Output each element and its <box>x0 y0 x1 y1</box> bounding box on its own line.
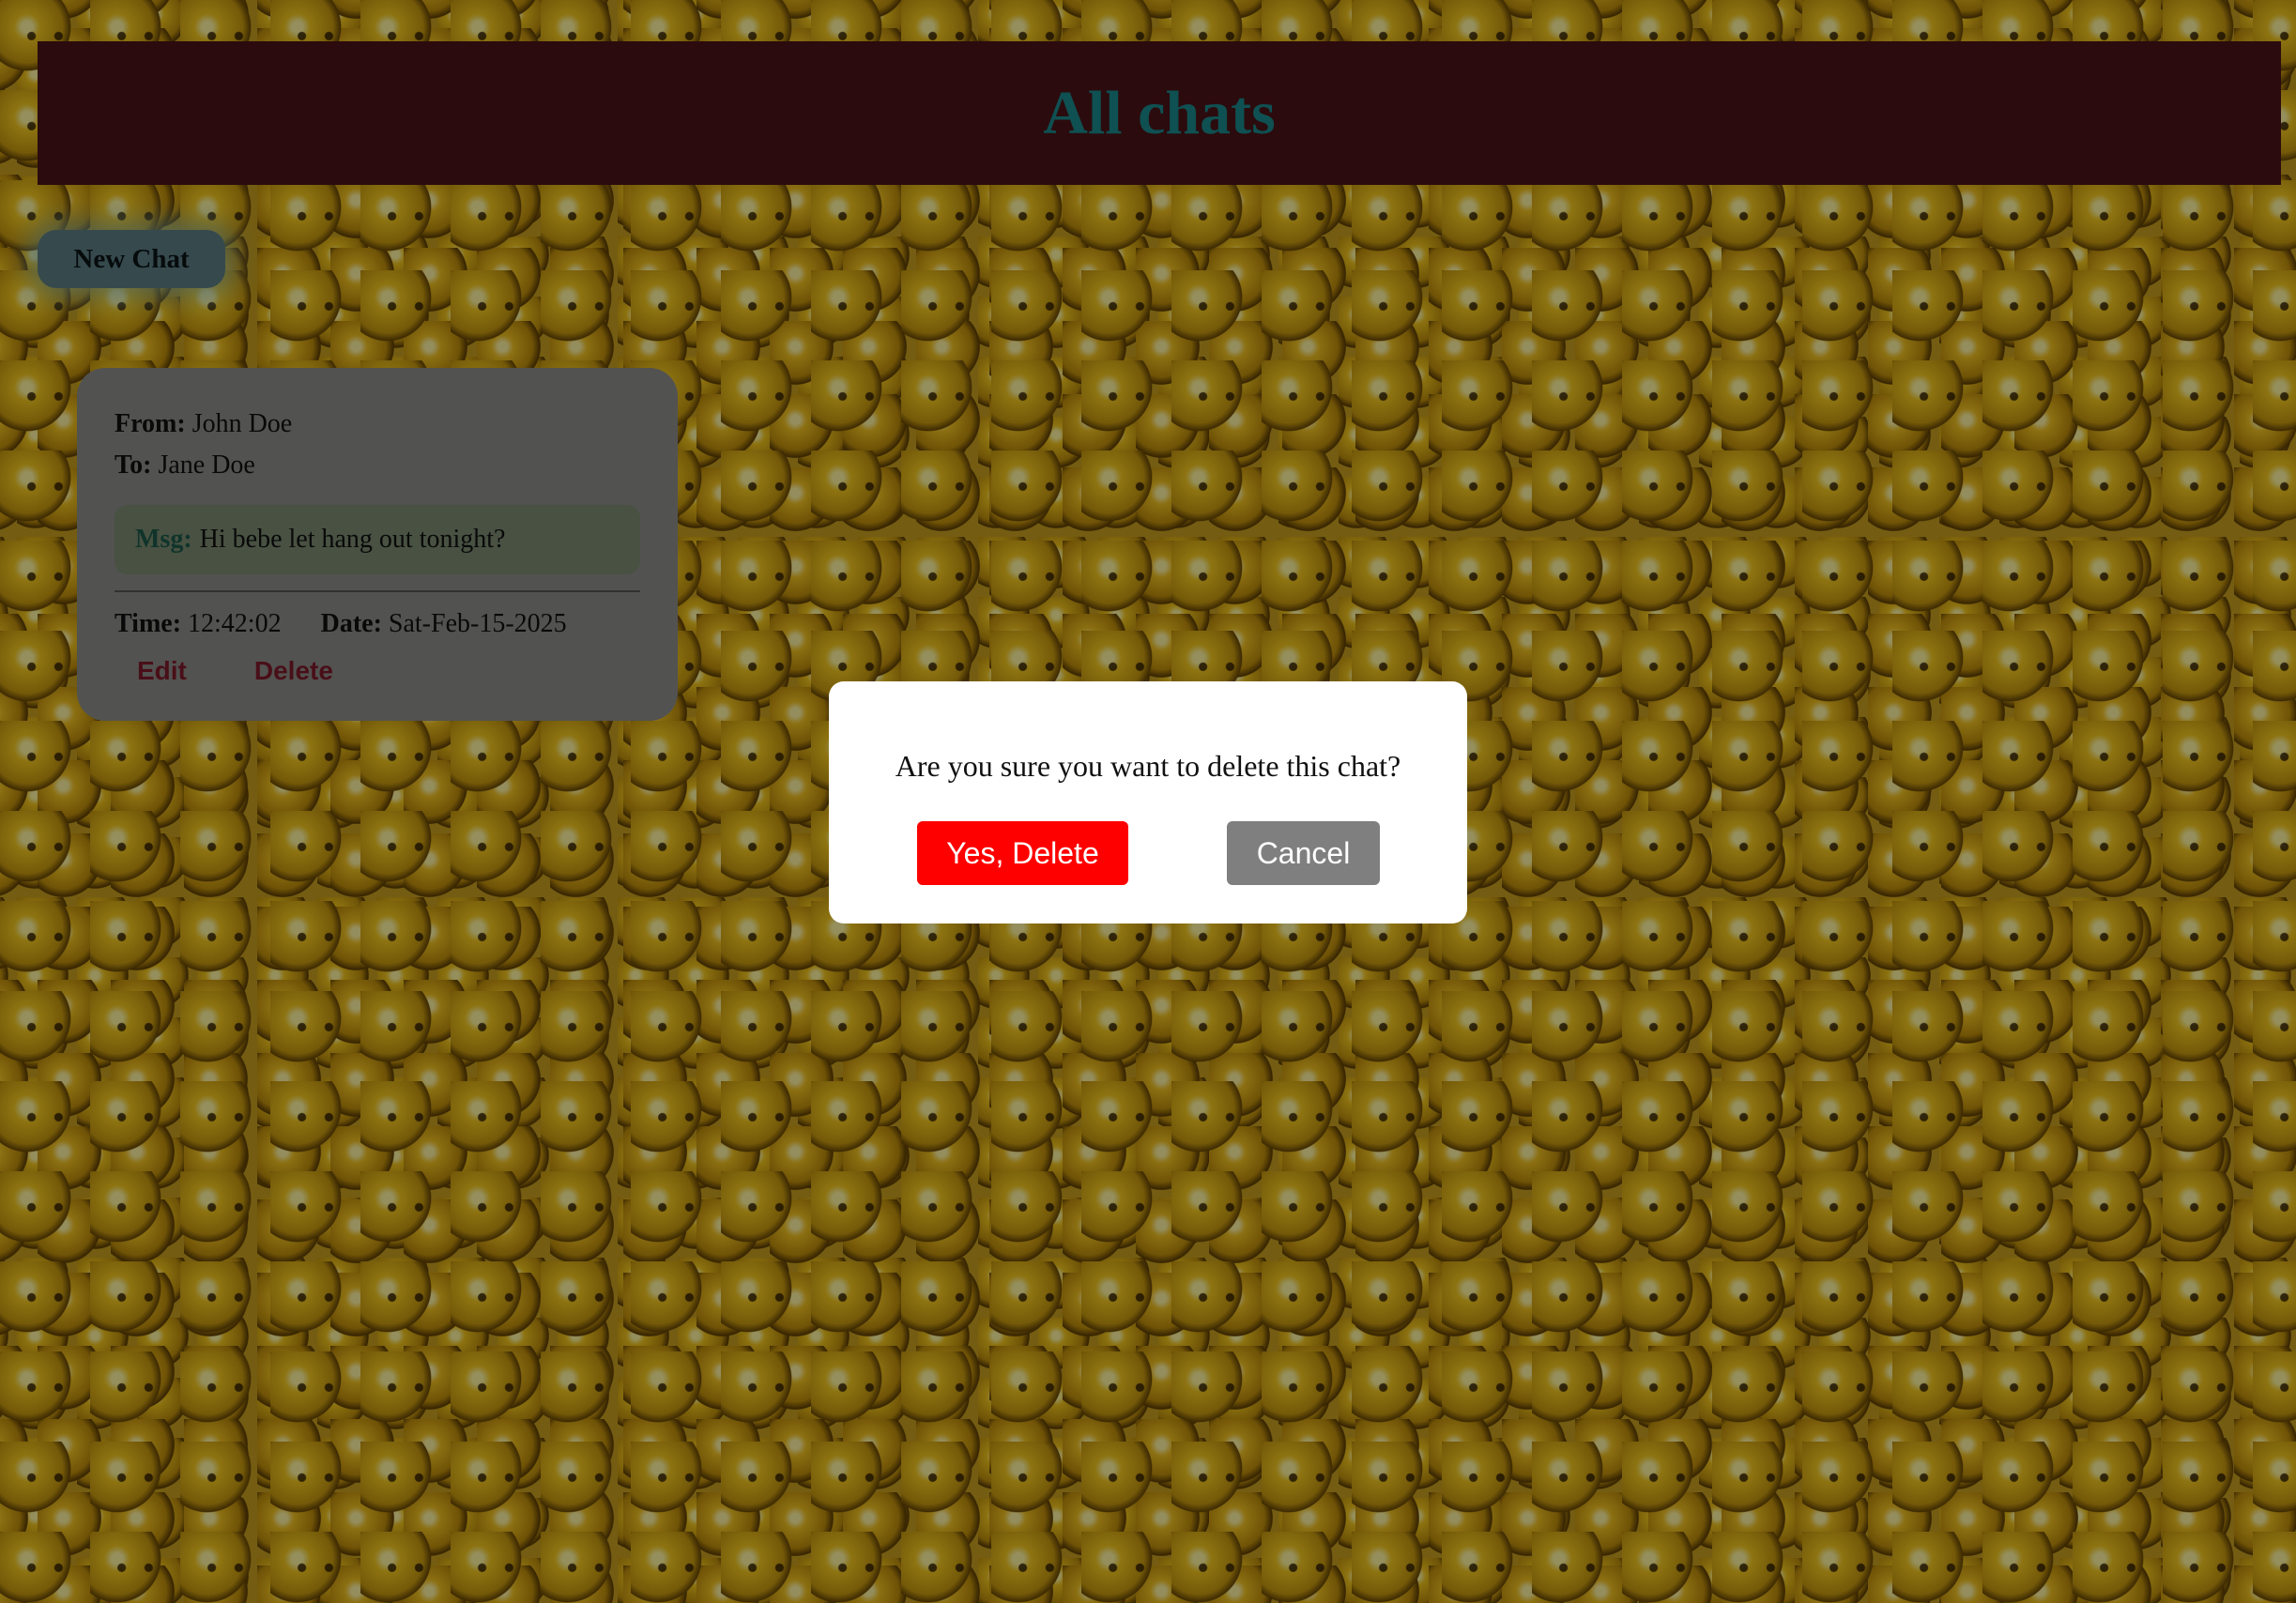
delete-confirm-dialog: Are you sure you want to delete this cha… <box>829 681 1467 924</box>
confirm-delete-button[interactable]: Yes, Delete <box>917 821 1128 885</box>
dialog-message: Are you sure you want to delete this cha… <box>895 749 1401 783</box>
cancel-button[interactable]: Cancel <box>1227 821 1380 885</box>
